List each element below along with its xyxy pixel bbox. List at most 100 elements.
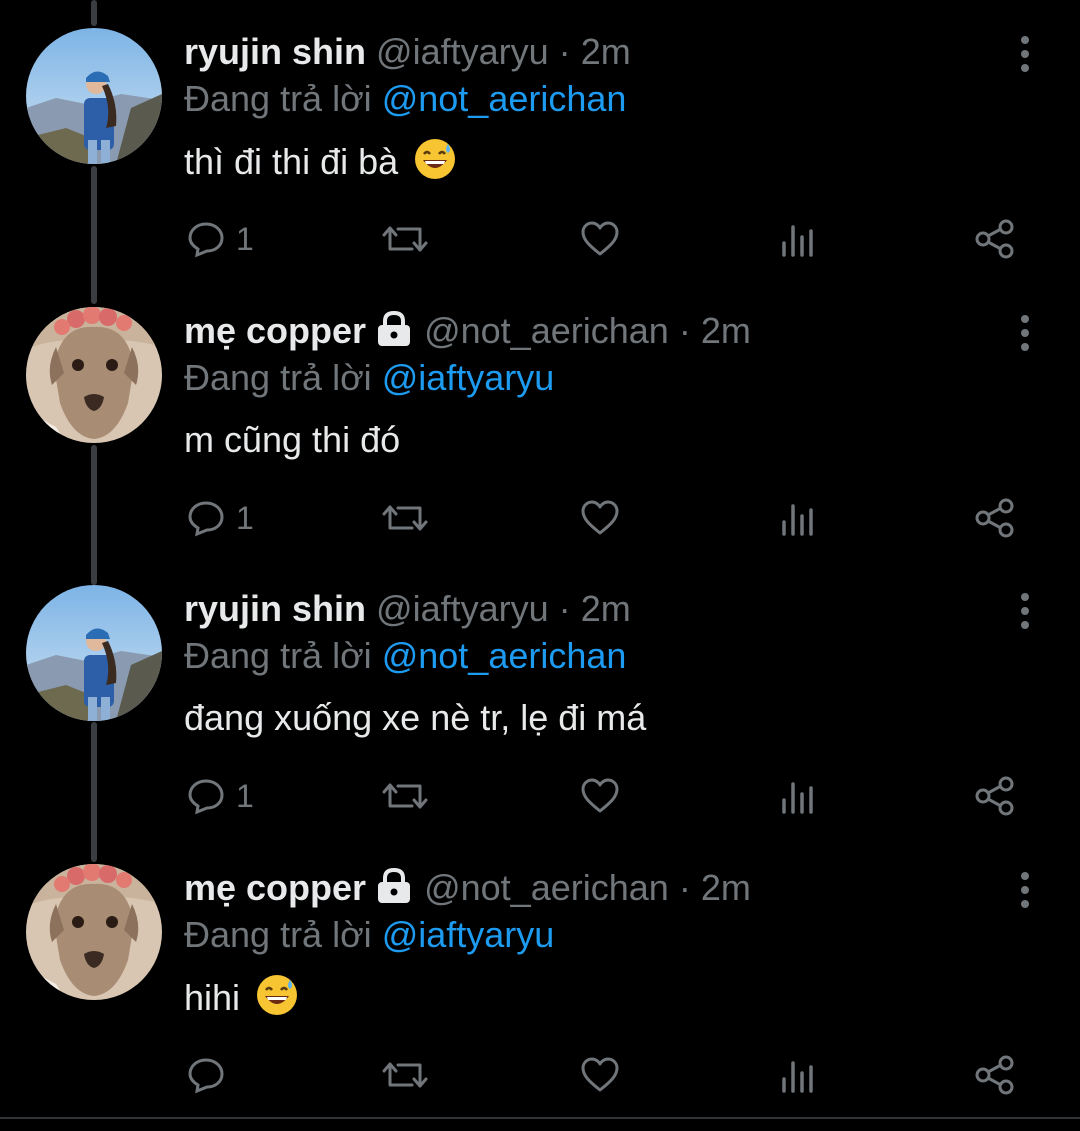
- views-bars-icon: [782, 225, 813, 257]
- tweet-text-content: hihi: [184, 977, 241, 1018]
- like-button[interactable]: [580, 493, 620, 543]
- tweet-text-content: m cũng thi đó: [184, 419, 401, 460]
- reply-count: 1: [236, 499, 254, 536]
- views-button[interactable]: [778, 1050, 818, 1100]
- display-name[interactable]: mẹ copper: [184, 867, 366, 908]
- tweet[interactable]: ryujin shin @iaftyaryu · 2m Đang trả lời…: [0, 0, 1080, 279]
- tweet-header: ryujin shin @iaftyaryu · 2m: [184, 30, 631, 74]
- reply-bubble-icon: [188, 779, 224, 815]
- tweet-text: hihi: [184, 974, 298, 1027]
- action-bar: 1: [0, 493, 1080, 543]
- separator-dot: ·: [678, 310, 691, 351]
- retweet-icon: [382, 783, 428, 809]
- tweet-text-content: đang xuống xe nè tr, lẹ đi má: [184, 697, 647, 738]
- tweet-header: ryujin shin @iaftyaryu · 2m: [184, 587, 631, 631]
- views-bars-icon: [782, 504, 813, 536]
- replying-to-mention[interactable]: @iaftyaryu: [382, 914, 555, 955]
- tweet[interactable]: mẹ copper @not_aerichan · 2m Đang trả lờ…: [0, 279, 1080, 558]
- user-handle[interactable]: @iaftyaryu: [376, 31, 549, 72]
- share-button[interactable]: [974, 214, 1016, 264]
- more-vertical-icon[interactable]: [1012, 34, 1038, 74]
- separator-dot: ·: [678, 867, 691, 908]
- avatar[interactable]: [26, 307, 162, 443]
- avatar[interactable]: [26, 585, 162, 721]
- replying-to-line: Đang trả lời @iaftyaryu: [184, 356, 554, 400]
- share-icon: [975, 498, 1014, 538]
- replying-to-mention[interactable]: @iaftyaryu: [382, 357, 555, 398]
- timestamp[interactable]: 2m: [701, 310, 751, 351]
- retweet-button[interactable]: [382, 771, 428, 821]
- hiker-avatar-image: [26, 28, 162, 164]
- retweet-button[interactable]: [382, 1050, 428, 1100]
- share-icon: [975, 1055, 1014, 1095]
- retweet-icon: [382, 226, 428, 252]
- avatar[interactable]: [26, 864, 162, 1000]
- retweet-icon: [382, 1062, 428, 1088]
- user-handle[interactable]: @iaftyaryu: [376, 588, 549, 629]
- divider: [0, 1117, 1080, 1119]
- more-vertical-icon[interactable]: [1012, 591, 1038, 631]
- reply-bubble-icon: [188, 501, 224, 537]
- avatar[interactable]: [26, 28, 162, 164]
- like-button[interactable]: [580, 1050, 620, 1100]
- user-handle[interactable]: @not_aerichan: [424, 867, 669, 908]
- replying-to-label: Đang trả lời: [184, 914, 372, 955]
- reply-button[interactable]: [186, 1050, 236, 1100]
- share-button[interactable]: [974, 1050, 1016, 1100]
- retweet-icon: [382, 505, 428, 531]
- reply-bubble-icon: [188, 222, 224, 258]
- reply-button[interactable]: 1: [186, 493, 254, 543]
- tweet-header: mẹ copper @not_aerichan · 2m: [184, 866, 751, 914]
- hiker-avatar-image: [26, 585, 162, 721]
- action-bar: 1: [0, 771, 1080, 821]
- views-bars-icon: [782, 782, 813, 814]
- separator-dot: ·: [558, 588, 571, 629]
- sweat-smile-emoji: [256, 974, 298, 1027]
- reply-button[interactable]: 1: [186, 214, 254, 264]
- views-button[interactable]: [778, 771, 818, 821]
- more-vertical-icon[interactable]: [1012, 313, 1038, 353]
- tweet[interactable]: ryujin shin @iaftyaryu · 2m Đang trả lời…: [0, 557, 1080, 836]
- views-button[interactable]: [778, 493, 818, 543]
- user-handle[interactable]: @not_aerichan: [424, 310, 669, 351]
- timestamp[interactable]: 2m: [581, 588, 631, 629]
- dog-avatar-image: [26, 307, 162, 443]
- replying-to-mention[interactable]: @not_aerichan: [382, 635, 627, 676]
- sweat-smile-emoji: [414, 138, 456, 191]
- tweet[interactable]: mẹ copper @not_aerichan · 2m Đang trả lờ…: [0, 836, 1080, 1115]
- like-button[interactable]: [580, 214, 620, 264]
- replying-to-line: Đang trả lời @not_aerichan: [184, 77, 626, 121]
- reply-count: 1: [236, 220, 254, 257]
- tweet-header: mẹ copper @not_aerichan · 2m: [184, 309, 751, 357]
- dog-avatar-image: [26, 864, 162, 1000]
- heart-icon: [581, 221, 619, 256]
- tweet-text: đang xuống xe nè tr, lẹ đi má: [184, 695, 646, 741]
- share-button[interactable]: [974, 771, 1016, 821]
- timestamp[interactable]: 2m: [701, 867, 751, 908]
- tweet-text: m cũng thi đó: [184, 417, 400, 463]
- display-name[interactable]: ryujin shin: [184, 31, 366, 72]
- views-button[interactable]: [778, 214, 818, 264]
- action-bar: 1: [0, 214, 1080, 264]
- reply-count: 1: [236, 777, 254, 814]
- reply-button[interactable]: 1: [186, 771, 254, 821]
- display-name[interactable]: mẹ copper: [184, 310, 366, 351]
- more-vertical-icon[interactable]: [1012, 870, 1038, 910]
- tweet-text: thì đi thi đi bà: [184, 138, 456, 191]
- replying-to-line: Đang trả lời @iaftyaryu: [184, 913, 554, 957]
- reply-bubble-icon: [188, 1058, 224, 1094]
- display-name[interactable]: ryujin shin: [184, 588, 366, 629]
- share-button[interactable]: [974, 493, 1016, 543]
- retweet-button[interactable]: [382, 214, 428, 264]
- replying-to-line: Đang trả lời @not_aerichan: [184, 634, 626, 678]
- retweet-button[interactable]: [382, 493, 428, 543]
- like-button[interactable]: [580, 771, 620, 821]
- replying-to-mention[interactable]: @not_aerichan: [382, 78, 627, 119]
- lock-icon: [374, 310, 414, 357]
- separator-dot: ·: [558, 31, 571, 72]
- replying-to-label: Đang trả lời: [184, 357, 372, 398]
- views-bars-icon: [782, 1061, 813, 1093]
- timestamp[interactable]: 2m: [581, 31, 631, 72]
- heart-icon: [581, 500, 619, 535]
- tweet-text-content: thì đi thi đi bà: [184, 141, 399, 182]
